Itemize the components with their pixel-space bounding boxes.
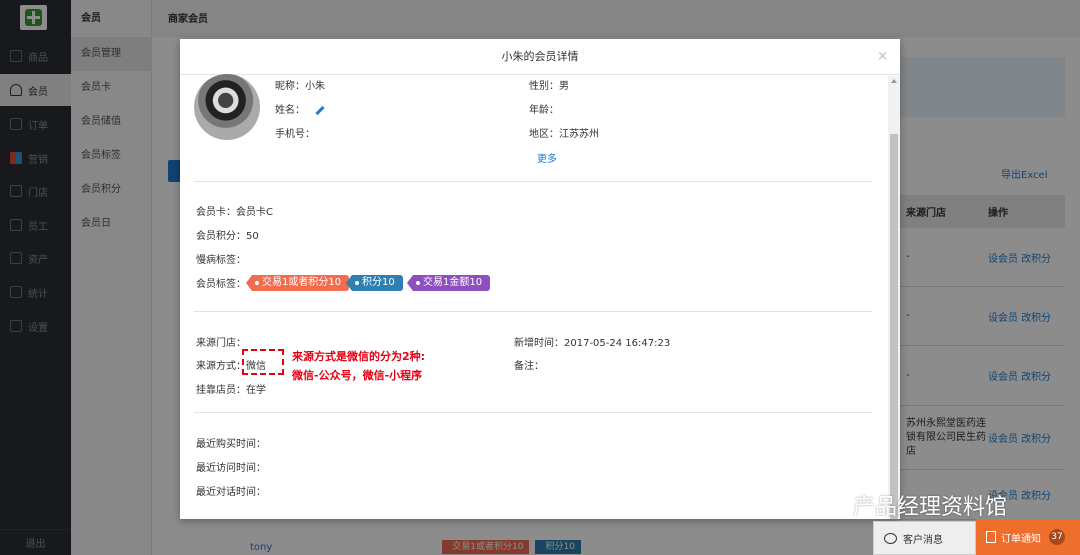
scroll-thumb[interactable] [890,134,898,519]
nickname-field: 昵称：小朱 [275,81,325,92]
member-tag: 交易1或者积分10 [245,275,350,291]
tag-text: 交易1或者积分10 [262,277,342,288]
avatar [194,74,260,140]
last-chat-field: 最近对话时间： [196,487,266,498]
modal-title: 小朱的会员详情 [501,50,579,63]
divider [194,412,872,413]
order-count-badge: 37 [1049,529,1065,545]
watermark: 产品经理资料馆 [815,489,1007,521]
age-field: 年龄： [529,105,559,116]
gender-field: 性别：男 [529,81,569,92]
tag-text: 交易1金额10 [423,277,483,288]
more-link[interactable]: 更多 [537,150,557,165]
document-icon [986,531,996,543]
annotation-line: 来源方式是微信的分为2种: [292,350,426,363]
close-icon[interactable]: × [877,39,888,75]
annotation-highlight-box [242,349,284,375]
member-points-field: 会员积分：50 [196,231,259,242]
wechat-icon [815,494,843,516]
last-purchase-field: 最近购买时间： [196,439,266,450]
annotation-note: 来源方式是微信的分为2种: 微信-公众号，微信-小程序 [292,347,425,385]
divider [194,311,872,312]
name-field: 姓名： [275,101,325,116]
source-store-field: 来源门店： [196,338,246,349]
tag-text: 积分10 [362,277,395,288]
customer-messages-label: 客户消息 [903,534,943,546]
assigned-staff-field: 挂靠店员：在学 [196,385,266,396]
phone-field: 手机号： [275,129,315,140]
watermark-text: 产品经理资料馆 [853,495,1008,520]
chat-bubble-icon [884,532,897,544]
member-detail-modal: 小朱的会员详情 × 昵称：小朱 性别：男 姓名： 年龄： 手机号： 地区：江苏苏… [180,39,900,519]
region-field: 地区：江苏苏州 [529,129,599,140]
modal-header: 小朱的会员详情 × [180,39,900,75]
customer-messages-button[interactable]: 客户消息 [873,521,976,555]
last-visit-field: 最近访问时间： [196,463,266,474]
modal-scrollbar[interactable] [888,76,900,519]
remark-field: 备注： [514,361,544,372]
disease-tags-field: 慢病标签： [196,255,246,266]
divider [194,181,872,182]
order-notifications-button[interactable]: 订单通知 37 [976,519,1080,555]
order-notifications-label: 订单通知 [1001,533,1041,545]
member-tag: 积分10 [346,275,403,291]
name-label: 姓名： [275,105,305,116]
scroll-up-icon[interactable] [891,79,897,83]
added-time-field: 新增时间：2017-05-24 16:47:23 [514,338,671,349]
source-method-label: 来源方式： [196,361,246,372]
member-card-field: 会员卡：会员卡C [196,207,273,218]
annotation-line: 微信-公众号，微信-小程序 [292,369,423,382]
member-tag: 交易1金额10 [406,275,491,291]
member-tags-label: 会员标签： [196,279,246,290]
edit-pencil-icon[interactable] [315,105,325,115]
